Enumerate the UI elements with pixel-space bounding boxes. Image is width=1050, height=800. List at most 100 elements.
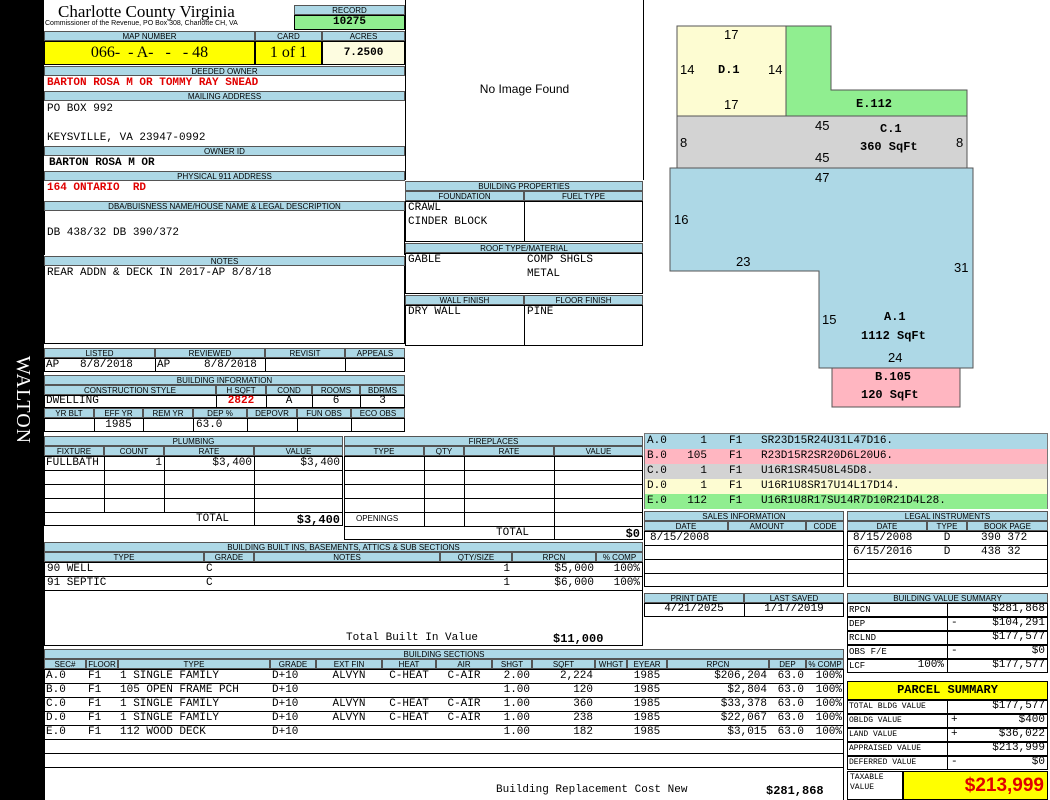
parcel-key: LAND VALUE: [849, 730, 898, 739]
bvs-value: $104,291: [992, 617, 1045, 629]
a-inner-dim: 15: [822, 312, 837, 327]
parcel-value: $0: [1031, 756, 1045, 768]
condition: A: [285, 395, 293, 407]
roof-type: GABLE: [408, 254, 442, 266]
section-cell: C-AIR: [447, 712, 481, 724]
dba-text: DB 438/32 DB 390/372: [47, 227, 180, 239]
section-col-header: RPCN: [667, 659, 769, 669]
section-col-header: EXT FIN: [316, 659, 382, 669]
e-label: E.112: [856, 97, 893, 111]
section-a-shape: [669, 167, 974, 369]
bvs-divider: [947, 617, 948, 631]
bi-row1-qty: 1: [503, 563, 510, 575]
a-label: A.1: [884, 310, 906, 324]
sketch-codes: A.0 1 F1 SR23D15R24U31L47D16. B.0 105 F1 R23D15…: [644, 433, 1048, 509]
sketch-svg: [669, 25, 974, 408]
bvs-value: $177,577: [992, 659, 1045, 671]
bi-row2-rpcn: $6,000: [554, 577, 594, 589]
code-text: U16R1SR45U8L45D8.: [761, 465, 874, 477]
parcel-key: DEFERRED VALUE: [849, 758, 917, 767]
hsqft-header: H SQFT: [216, 385, 266, 395]
fire-col-qty: QTY: [424, 446, 464, 456]
roof-material-2: METAL: [527, 268, 561, 280]
bi-row2-type: 91 SEPTIC: [47, 577, 107, 589]
section-col-header: TYPE: [118, 659, 270, 669]
county-subtitle: Commissioner of the Revenue, PO Box 308,…: [45, 20, 238, 27]
section-cell: ALVYN: [332, 712, 366, 724]
code-section: E.0: [647, 495, 667, 507]
bvs-sign: -: [951, 617, 958, 629]
rooms-header: ROOMS: [312, 385, 360, 395]
section-col-header: HEAT: [382, 659, 436, 669]
fire-total: $0: [625, 527, 640, 541]
parcel-sign: -: [951, 756, 958, 768]
section-cell: ALVYN: [332, 698, 366, 710]
section-cell: D+10: [272, 698, 299, 710]
sales-col-code: CODE: [806, 521, 844, 531]
section-cell: 63.0: [777, 698, 804, 710]
fueltype-header: FUEL TYPE: [524, 191, 643, 201]
code-text: U16R1U8R17SU14R7D10R21D4L28.: [761, 495, 946, 507]
section-cell: C-HEAT: [389, 712, 429, 724]
plumb-col-fixture: FIXTURE: [44, 446, 104, 456]
section-cell: 238: [573, 712, 593, 724]
sketch-code-row: C.0 1 F1 U16R1SR45U8L45D8.: [645, 464, 1047, 479]
plumb-value: $3,400: [300, 457, 340, 469]
legal-col-type: TYPE: [927, 521, 967, 531]
legal-row1-book: 390 372: [981, 532, 1028, 544]
bi-row1-type: 90 WELL: [47, 563, 94, 575]
county-title: Charlotte County Virginia: [58, 2, 235, 21]
section-cell: 100%: [815, 726, 842, 738]
c-left-dim: 8: [680, 135, 688, 150]
legal-row2-type: D: [943, 546, 951, 558]
parcel-divider: [947, 756, 948, 770]
section-cell: C-AIR: [447, 698, 481, 710]
fire-col-type: TYPE: [344, 446, 424, 456]
bi-col-type: TYPE: [44, 552, 204, 562]
section-cell: 360: [573, 698, 593, 710]
appeals-header: APPEALS: [345, 348, 405, 358]
section-cell: 63.0: [777, 684, 804, 696]
section-col-header: SHGT: [492, 659, 532, 669]
section-cell: F1: [88, 698, 102, 710]
bvs-key: RCLND: [849, 633, 877, 643]
section-cell: E.0: [46, 726, 66, 738]
bvs-sign: -: [951, 645, 958, 657]
fire-col-rate: RATE: [464, 446, 554, 456]
floor-finish: PINE: [527, 306, 554, 318]
bi-col-comp: % COMP: [596, 552, 643, 562]
record-value: 10275: [294, 15, 405, 30]
legal-row2-book: 438 32: [981, 546, 1021, 558]
code-section: A.0: [647, 435, 667, 447]
section-cell: F1: [88, 684, 102, 696]
bvs-key: RPCN: [849, 605, 871, 615]
section-col-header: % COMP: [806, 659, 844, 669]
code-num: 105: [687, 450, 707, 462]
plumbing-header: PLUMBING: [44, 436, 343, 446]
bvs-mid: 100%: [917, 659, 944, 671]
section-col-header: GRADE: [270, 659, 316, 669]
bi-col-grade: GRADE: [204, 552, 254, 562]
sections-header: BUILDING SECTIONS: [44, 649, 844, 659]
section-cell: 105 OPEN FRAME PCH: [120, 684, 239, 696]
reviewed-date: 8/8/2018: [204, 359, 257, 371]
code-section: D.0: [647, 480, 667, 492]
section-col-header: SEC#: [44, 659, 86, 669]
notes-text: REAR ADDN & DECK IN 2017-AP 8/8/18: [47, 267, 272, 279]
fire-openings-label: OPENINGS: [356, 514, 399, 523]
d-bottom-dim: 17: [724, 97, 739, 112]
map-number: 066- - A- - - 48: [44, 41, 255, 65]
parcel-divider: [947, 714, 948, 728]
code-section: B.0: [647, 450, 667, 462]
parcel-key: TOTAL BLDG VALUE: [849, 702, 926, 711]
c-right-dim: 8: [956, 135, 964, 150]
d-right-dim: 14: [768, 62, 783, 77]
plumb-count: 1: [155, 457, 162, 469]
section-cell: 1985: [633, 670, 661, 682]
sales-header: SALES INFORMATION: [644, 511, 844, 521]
reviewed-by: AP: [157, 359, 171, 371]
bedrooms: 3: [379, 395, 386, 407]
dba-header: DBA/BUISNESS NAME/HOUSE NAME & LEGAL DES…: [44, 201, 405, 211]
funobs-header: FUN OBS: [297, 408, 351, 418]
ecoobs-header: ECO OBS: [351, 408, 405, 418]
